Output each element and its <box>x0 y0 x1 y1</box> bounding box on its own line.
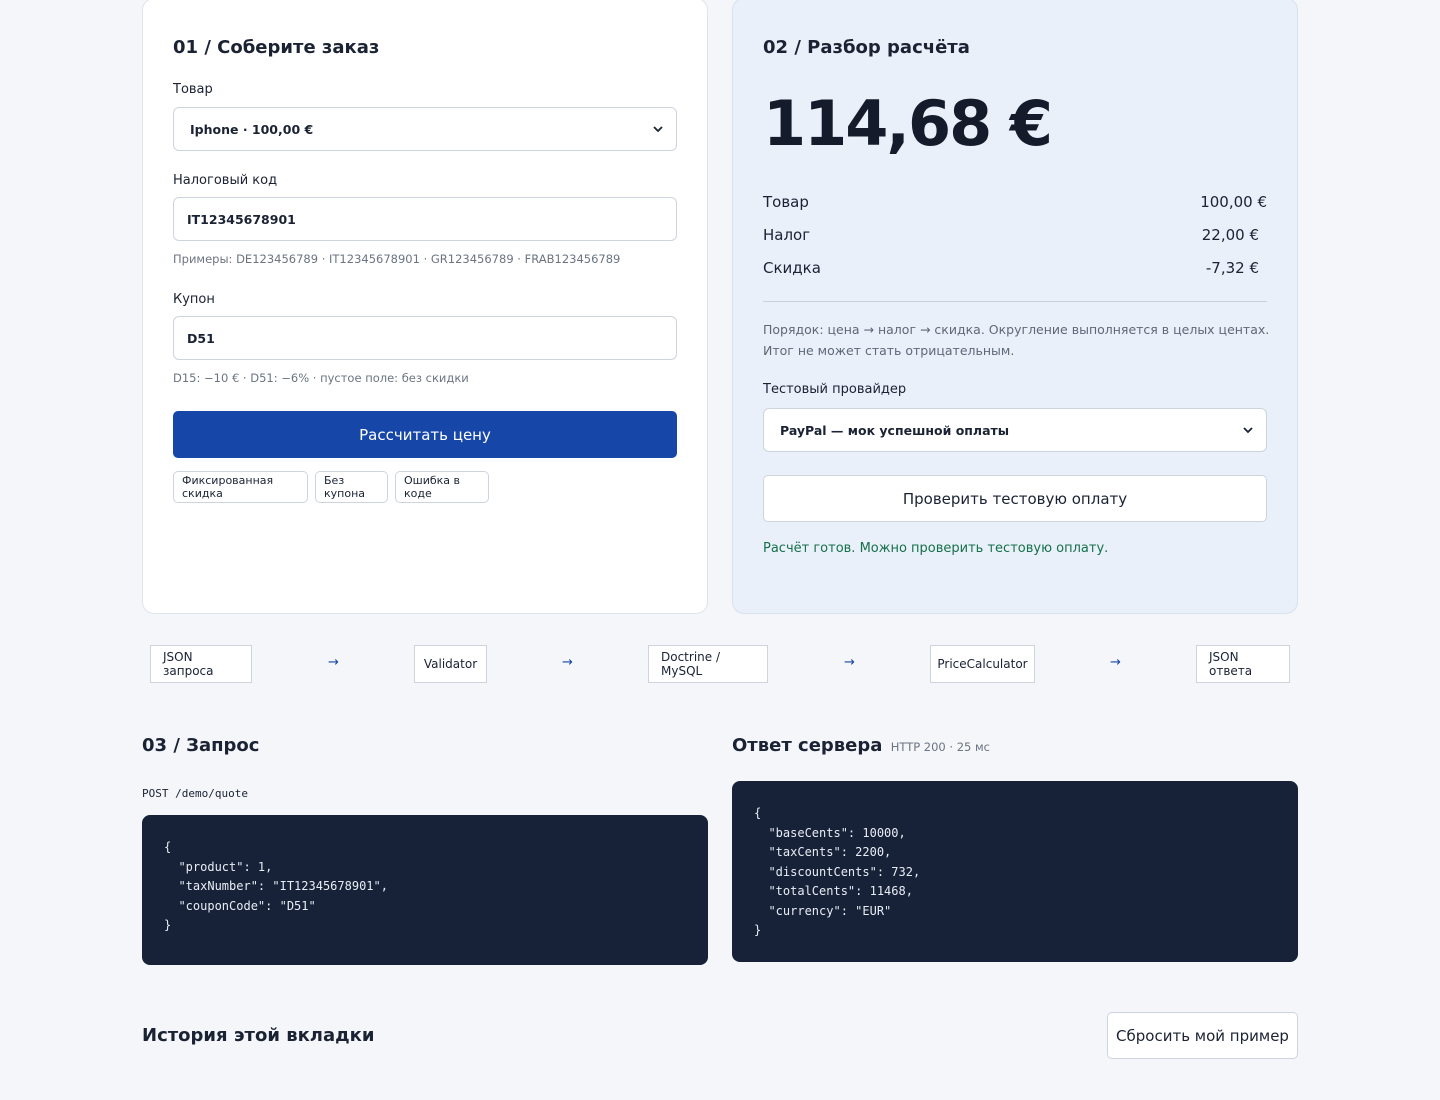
product-select-value: Iphone · 100,00 € <box>190 121 314 137</box>
calculation-note: Порядок: цена → налог → скидка. Округлен… <box>763 322 1270 358</box>
coupon-label: Купон <box>173 292 215 307</box>
row-label-discount: Скидка <box>763 259 821 277</box>
row-label-tax: Налог <box>763 226 811 244</box>
response-title-wrap: Ответ сервера HTTP 200 · 25 мс <box>732 735 990 756</box>
preset-no-coupon-button[interactable]: Без купона <box>315 471 388 503</box>
provider-select[interactable]: PayPal — мок успешной оплаты <box>763 408 1267 452</box>
response-meta: HTTP 200 · 25 мс <box>890 740 991 754</box>
chevron-down-icon <box>652 123 664 135</box>
request-body-code: { "product": 1, "taxNumber": "IT12345678… <box>142 815 708 965</box>
tax-number-input[interactable]: IT12345678901 <box>173 197 677 241</box>
flow-step-response-json: JSON ответа <box>1196 645 1290 683</box>
tax-number-value: IT12345678901 <box>187 211 296 227</box>
request-endpoint: POST /demo/quote <box>142 787 248 800</box>
status-message: Расчёт готов. Можно проверить тестовую о… <box>763 541 1109 556</box>
flow-arrow-icon: → <box>1110 655 1121 670</box>
order-panel-title: 01 / Соберите заказ <box>173 37 380 58</box>
chevron-down-icon <box>1242 424 1254 436</box>
divider <box>763 301 1267 302</box>
coupon-input[interactable]: D51 <box>173 316 677 360</box>
row-value-tax: 22,00 € <box>1201 226 1259 244</box>
flow-step-request-json: JSON запроса <box>150 645 252 683</box>
check-payment-button[interactable]: Проверить тестовую оплату <box>763 475 1267 522</box>
preset-invalid-code-button[interactable]: Ошибка в коде <box>395 471 489 503</box>
breakdown-panel: 02 / Разбор расчёта 114,68 € Товар 100,0… <box>732 0 1298 614</box>
response-title: Ответ сервера <box>732 735 883 756</box>
product-select[interactable]: Iphone · 100,00 € <box>173 107 677 151</box>
flow-arrow-icon: → <box>844 655 855 670</box>
coupon-value: D51 <box>187 330 215 346</box>
breakdown-panel-title: 02 / Разбор расчёта <box>763 37 970 58</box>
provider-label: Тестовый провайдер <box>763 382 907 397</box>
flow-step-validator: Validator <box>414 645 487 683</box>
reset-example-button[interactable]: Сбросить мой пример <box>1107 1012 1298 1059</box>
history-title: История этой вкладки <box>142 1025 375 1046</box>
row-value-product: 100,00 € <box>1200 193 1267 211</box>
tax-label: Налоговый код <box>173 173 278 188</box>
preset-fixed-discount-button[interactable]: Фиксированная скидка <box>173 471 308 503</box>
tax-hint: Примеры: DE123456789 · IT12345678901 · G… <box>173 252 621 266</box>
total-amount: 114,68 € <box>763 87 1053 160</box>
flow-arrow-icon: → <box>562 655 573 670</box>
row-value-discount: -7,32 € <box>1205 259 1259 277</box>
row-label-product: Товар <box>763 193 809 211</box>
coupon-hint: D15: −10 € · D51: −6% · пустое поле: без… <box>173 371 469 385</box>
order-panel: 01 / Соберите заказ Товар Iphone · 100,0… <box>142 0 708 614</box>
provider-select-value: PayPal — мок успешной оплаты <box>780 422 1010 438</box>
response-body-code: { "baseCents": 10000, "taxCents": 2200, … <box>732 781 1298 962</box>
flow-step-price-calculator: PriceCalculator <box>930 645 1035 683</box>
calculate-button[interactable]: Рассчитать цену <box>173 411 677 458</box>
request-title: 03 / Запрос <box>142 735 260 756</box>
product-label: Товар <box>173 82 213 97</box>
flow-arrow-icon: → <box>328 655 339 670</box>
flow-step-database: Doctrine / MySQL <box>648 645 768 683</box>
